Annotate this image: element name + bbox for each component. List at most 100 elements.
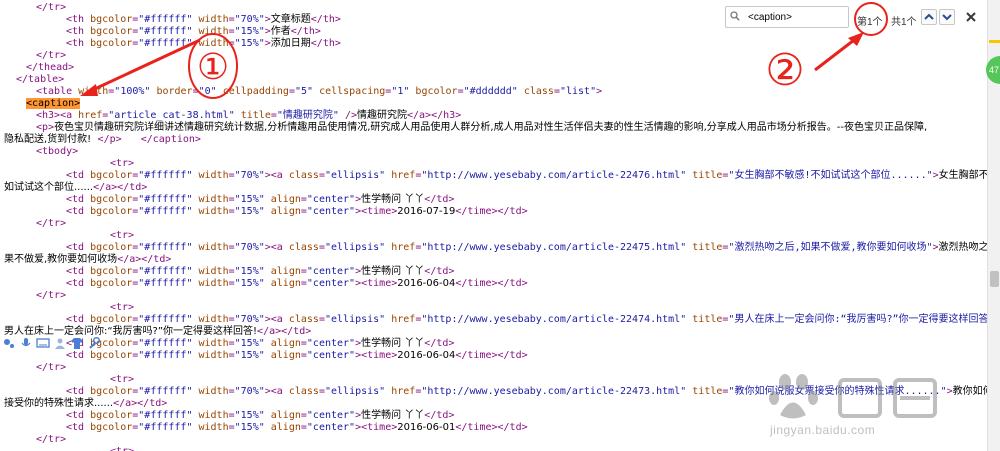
source-line: <td bgcolor="#ffffff" width="15%" align=… [66,410,454,422]
shirt-icon[interactable] [70,336,84,350]
source-token: title [692,386,723,397]
source-token: 添加日期 [270,38,311,49]
source-token: <time> [361,278,398,289]
source-line: <td bgcolor="#ffffff" width="15%" align=… [66,338,454,350]
source-line: <td bgcolor="#ffffff" width="15%" align=… [66,350,528,362]
source-token: 果不做爱,教你要如何收场 [4,254,118,265]
source-token: "#ffffff" [138,206,199,217]
source-token: width [198,266,229,277]
source-token: <a [270,314,289,325]
source-token: "70%" [234,242,265,253]
source-line: <td bgcolor="#ffffff" width="15%" align=… [66,206,528,218]
source-token: <a [60,110,79,121]
source-token: </caption> [140,134,201,145]
settings-icon[interactable] [2,336,16,350]
source-token: "#ffffff" [138,278,199,289]
source-token: width [198,350,229,361]
source-token: </time></td> [455,350,528,361]
source-token: </tr> [36,218,67,229]
source-token: </time></td> [455,206,528,217]
source-token: "70%" [234,314,265,325]
source-token: </tr> [36,50,67,61]
source-token: </a></td> [93,182,148,193]
source-token: <td [66,314,91,325]
find-next-button[interactable] [939,9,955,25]
scroll-thumb[interactable] [990,271,999,287]
source-line: <td bgcolor="#ffffff" width="70%"><a cla… [66,314,987,326]
source-token: bgcolor [90,14,133,25]
source-line: <tbody> [36,146,78,158]
source-token: "http://www.yesebaby.com/article-22473.h… [421,386,693,397]
source-token: "15%" [234,206,271,217]
source-token: align [270,194,301,205]
source-token: title [692,170,723,181]
source-token: </tr> [36,434,67,445]
source-line: </tr> [36,218,66,230]
source-token: <tbody> [36,146,79,157]
source-token: align [270,350,301,361]
source-token: 2016-06-01 [397,422,456,433]
source-token: </time></td> [455,278,528,289]
source-token: bgcolor [90,170,133,181]
source-token: "#ffffff" [138,26,199,37]
source-token: "#ffffff" [138,14,199,25]
source-line: </tr> [36,2,66,14]
user-icon[interactable] [53,336,67,350]
source-token: bgcolor [90,386,133,397]
search-match-marker [989,40,1000,43]
source-line: <table width="100%" border="0" cellpaddi… [36,86,602,98]
find-previous-button[interactable] [921,9,937,25]
source-token: bgcolor [90,242,133,253]
chevron-up-icon [924,13,934,20]
source-token: align [270,410,301,421]
source-token: <td [66,206,91,217]
source-token: <td [66,386,91,397]
source-token: <a [270,170,289,181]
source-token: title [240,110,271,121]
source-token: href [391,170,416,181]
source-token: "ellipsis" [324,170,392,181]
source-token: <td [66,242,91,253]
source-token: 性学畅问 丫丫 [361,266,425,277]
source-line: </thead> [26,62,74,74]
source-token: "center" [306,338,356,349]
source-token: 夜色宝贝情趣研究院详细讲述情趣研究统计数据,分析情趣用品使用情况,研究成人用品使… [54,122,928,133]
source-token: "70%" [234,170,265,181]
source-token: "list" [559,86,597,97]
source-token: "#ffffff" [138,38,199,49]
source-line: <td bgcolor="#ffffff" width="70%"><a cla… [66,170,987,182]
source-token: <td [66,266,91,277]
source-token: "15%" [234,26,265,37]
source-line: <td bgcolor="#ffffff" width="70%"><a cla… [66,242,987,254]
source-line: <tr> [110,374,134,386]
source-line: <h3><a href="article_cat-38.html" title=… [36,110,461,122]
source-token: class [523,86,554,97]
source-token: cellpadding [222,86,289,97]
source-token: href [391,386,416,397]
source-token: bgcolor [90,278,133,289]
source-token: bgcolor [90,194,133,205]
wrench-icon[interactable] [87,336,101,350]
source-token: <th [66,14,91,25]
keyboard-icon[interactable] [36,336,50,350]
source-line: <tr> [110,302,134,314]
source-token: width [198,206,229,217]
close-icon[interactable] [963,9,979,25]
source-token: 情趣研究院 [356,110,407,121]
source-token: "5" [294,86,320,97]
highlighted-match: <caption> [26,98,81,109]
mic-icon[interactable] [19,336,33,350]
source-token: "center" [306,422,356,433]
source-token: align [270,338,301,349]
source-token: 作者 [270,26,291,37]
source-token: href [78,110,103,121]
source-token: "#ffffff" [138,422,199,433]
find-query: <caption> [748,12,792,23]
source-token: "#ffffff" [138,386,199,397]
source-token: </a></td> [117,254,172,265]
source-token: bgcolor [90,26,133,37]
find-input[interactable]: <caption> [725,6,849,28]
source-token: "#ffffff" [138,350,199,361]
source-line: </tr> [36,434,66,446]
source-line: 如试试这个部位......</a></td> [4,182,147,194]
